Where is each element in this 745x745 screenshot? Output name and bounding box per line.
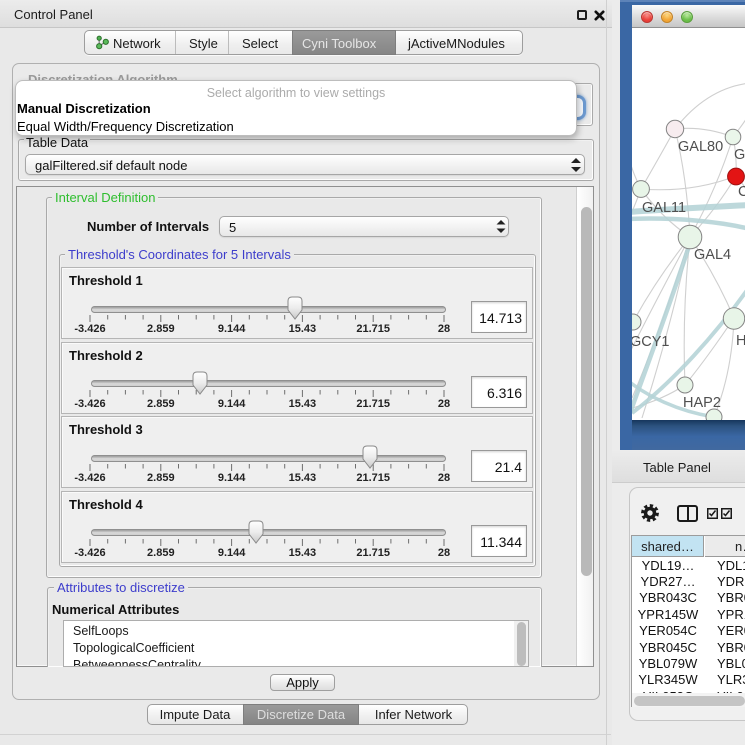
svg-text:HIS4: HIS4 (736, 333, 745, 349)
svg-text:GAL3: GAL3 (734, 147, 745, 163)
svg-text:C: C (738, 184, 745, 200)
svg-text:GCY1: GCY1 (632, 334, 670, 350)
svg-text:GAL11: GAL11 (642, 200, 686, 216)
svg-text:GAL4: GAL4 (694, 247, 731, 263)
svg-text:GAL80: GAL80 (678, 139, 723, 155)
svg-text:HAP2: HAP2 (683, 395, 721, 411)
